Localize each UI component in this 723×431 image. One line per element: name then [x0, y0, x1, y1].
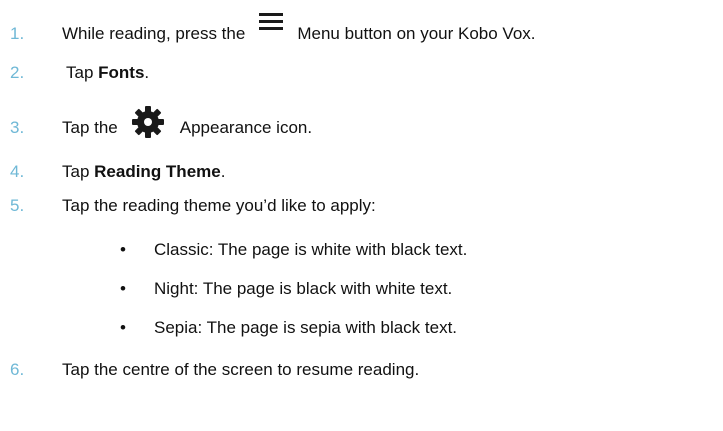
step-number: 1.: [10, 24, 25, 43]
step-text-after: .: [144, 63, 150, 82]
gear-icon: [130, 104, 166, 140]
step-text: Tap the reading theme you’d like to appl…: [62, 196, 376, 215]
bullet-dot: •: [120, 318, 126, 337]
bullet-text: Night: The page is black with white text…: [154, 279, 453, 298]
step-text-before: Tap: [62, 162, 95, 181]
step-text: While reading, press the Menu button on …: [62, 13, 536, 44]
step-text-before: Tap the: [62, 118, 118, 137]
step-text-before: While reading, press the: [62, 24, 246, 43]
bullet-text: Classic: The page is white with black te…: [154, 240, 468, 259]
step-number: 6.: [10, 360, 25, 379]
menu-icon: [259, 13, 284, 33]
step-text-after: .: [220, 162, 226, 181]
bullet-text: Sepia: The page is sepia with black text…: [154, 318, 458, 337]
step-text-bold: Fonts: [98, 63, 145, 82]
instruction-list: 1. While reading, press the Menu button …: [0, 0, 723, 431]
step-text: Tap Reading Theme .: [62, 162, 225, 182]
step-text: Tap Fonts .: [66, 63, 149, 83]
bullet-dot: •: [120, 279, 126, 298]
step-number: 4.: [10, 162, 25, 181]
step-text-bold: Reading Theme: [94, 162, 221, 181]
step-text: Tap the Appearance icon.: [62, 106, 313, 146]
step-number: 5.: [10, 196, 25, 215]
step-text-after: Appearance icon.: [179, 118, 313, 137]
step-text-after: Menu button on your Kobo Vox.: [297, 24, 536, 43]
step-number: 3.: [10, 118, 25, 137]
step-text: Tap the centre of the screen to resume r…: [62, 360, 420, 379]
step-number: 2.: [10, 63, 25, 82]
bullet-dot: •: [120, 240, 126, 259]
step-text-before: Tap: [66, 63, 99, 82]
